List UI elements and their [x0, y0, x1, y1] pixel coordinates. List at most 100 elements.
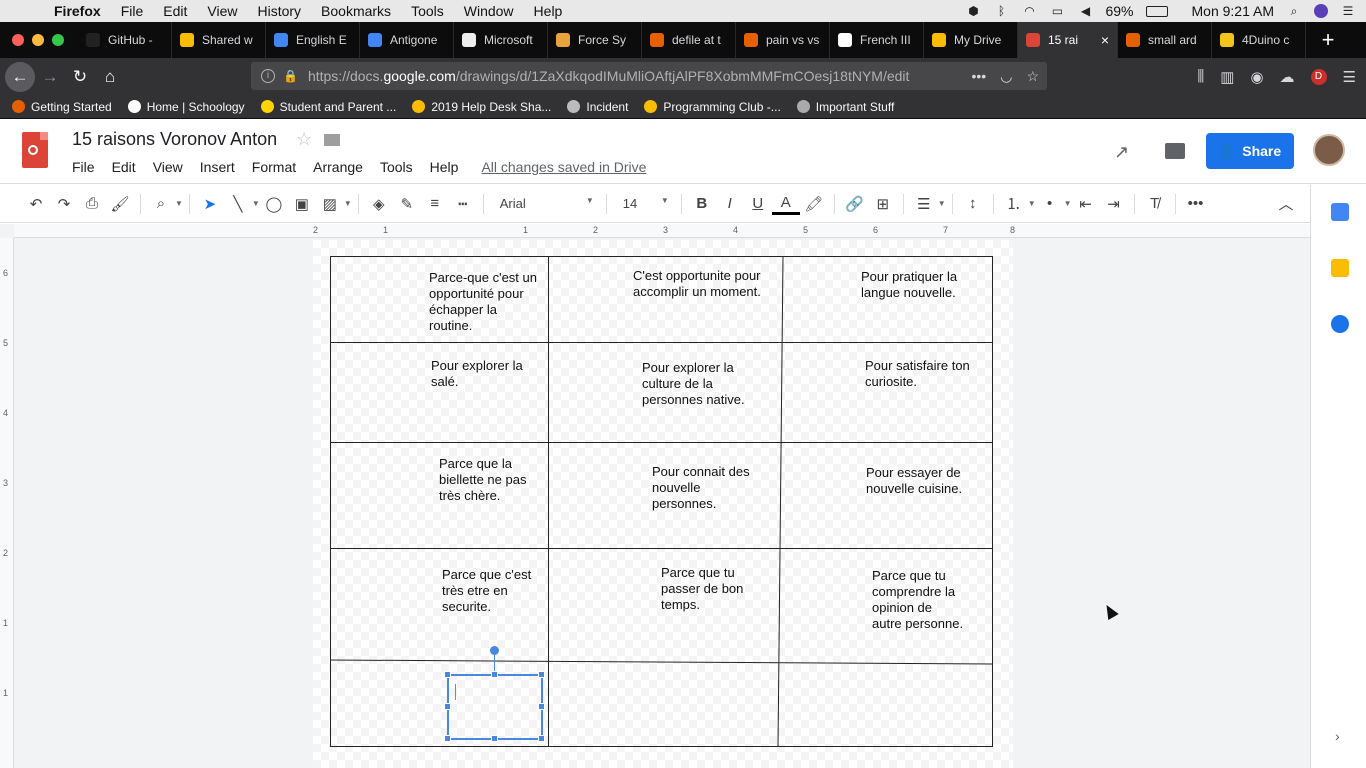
page-actions-icon[interactable]: •••: [972, 68, 987, 85]
table-cell-text[interactable]: Parce que la biellette ne pas très chère…: [439, 456, 526, 504]
docs-menu-view[interactable]: View: [153, 159, 183, 175]
browser-tab[interactable]: 15 rai ×: [1018, 22, 1118, 58]
battery-icon[interactable]: [1145, 5, 1168, 17]
docs-menu-tools[interactable]: Tools: [380, 159, 413, 175]
decrease-indent-icon[interactable]: ⇤: [1072, 190, 1100, 218]
table-cell-text[interactable]: Pour pratiquer la langue nouvelle.: [861, 269, 957, 301]
bulleted-list-icon[interactable]: •: [1036, 190, 1064, 218]
airplay-icon[interactable]: ▭: [1049, 4, 1065, 18]
table-cell-text[interactable]: Pour explorer la salé.: [431, 358, 523, 390]
close-tab-icon[interactable]: ×: [1101, 32, 1109, 48]
site-info-icon[interactable]: i: [261, 69, 275, 83]
pocket-icon[interactable]: ◡: [1000, 68, 1012, 85]
resize-handle[interactable]: [491, 735, 498, 742]
user-avatar[interactable]: [1313, 134, 1345, 166]
table-cell-text[interactable]: Pour explorer la culture de la personnes…: [642, 360, 745, 408]
redo-icon[interactable]: ↷: [50, 190, 78, 218]
library-icon[interactable]: ⫼: [1197, 68, 1204, 85]
increase-indent-icon[interactable]: ⇥: [1100, 190, 1128, 218]
comments-icon[interactable]: [1165, 143, 1185, 159]
calendar-icon[interactable]: [1331, 203, 1349, 221]
new-tab-icon[interactable]: +: [1316, 27, 1340, 53]
image-dropdown-icon[interactable]: ▼: [344, 199, 352, 208]
image-icon[interactable]: ▨: [316, 190, 344, 218]
bookmark-item[interactable]: Programming Club -...: [644, 100, 781, 114]
home-icon[interactable]: ⌂: [95, 62, 125, 92]
star-icon[interactable]: ☆: [296, 129, 312, 150]
docs-menu-edit[interactable]: Edit: [112, 159, 136, 175]
activity-trend-icon[interactable]: ↗: [1114, 142, 1129, 163]
border-dash-icon[interactable]: ┅: [449, 190, 477, 218]
url-bar[interactable]: i 🔒 https://docs.google.com/drawings/d/1…: [251, 62, 1047, 90]
resize-handle[interactable]: [444, 735, 451, 742]
resize-handle[interactable]: [444, 703, 451, 710]
resize-handle[interactable]: [491, 671, 498, 678]
docs-menu-format[interactable]: Format: [252, 159, 296, 175]
account-icon[interactable]: ◉: [1250, 68, 1263, 86]
menu-edit[interactable]: Edit: [163, 3, 187, 19]
browser-tab[interactable]: Shared w: [172, 22, 266, 58]
text-color-icon[interactable]: A: [771, 193, 800, 215]
browser-tab[interactable]: pain vs vs: [736, 22, 830, 58]
line-dropdown-icon[interactable]: ▼: [252, 199, 260, 208]
sidebar-icon[interactable]: ▥: [1220, 68, 1234, 86]
bold-icon[interactable]: B: [688, 190, 716, 218]
folder-icon[interactable]: [324, 134, 340, 146]
bookmark-item[interactable]: Getting Started: [12, 100, 112, 114]
select-arrow-icon[interactable]: ➤: [196, 190, 224, 218]
document-title[interactable]: 15 raisons Voronov Anton: [72, 129, 277, 150]
text-box-icon[interactable]: ▣: [288, 190, 316, 218]
border-weight-icon[interactable]: ≡: [421, 190, 449, 218]
numbered-list-dropdown-icon[interactable]: ▼: [1028, 199, 1036, 208]
shape-icon[interactable]: ◯: [260, 190, 288, 218]
drawings-logo-icon[interactable]: [22, 132, 48, 168]
extension-d-icon[interactable]: D: [1310, 68, 1327, 85]
link-icon[interactable]: 🔗: [841, 190, 869, 218]
save-status[interactable]: All changes saved in Drive: [481, 159, 646, 175]
browser-tab[interactable]: defile at t: [642, 22, 736, 58]
paint-format-icon[interactable]: 🖌: [106, 190, 134, 218]
wifi-icon[interactable]: ◠: [1021, 4, 1037, 18]
table-cell-text[interactable]: Pour essayer de nouvelle cuisine.: [866, 465, 962, 497]
browser-tab[interactable]: Antigone: [360, 22, 454, 58]
volume-icon[interactable]: ◀: [1077, 4, 1093, 18]
notification-center-icon[interactable]: ☰: [1340, 4, 1356, 18]
forward-arrow-icon[interactable]: →: [35, 62, 65, 92]
tasks-icon[interactable]: [1331, 315, 1349, 333]
font-select[interactable]: Arial ▼: [490, 196, 594, 211]
zoom-icon[interactable]: ⌕: [147, 190, 175, 218]
docs-menu-help[interactable]: Help: [430, 159, 459, 175]
hamburger-menu-icon[interactable]: ☰: [1343, 68, 1356, 86]
rotate-handle[interactable]: [490, 646, 499, 655]
reload-icon[interactable]: ↻: [65, 62, 95, 92]
browser-tab[interactable]: Force Sy: [548, 22, 642, 58]
browser-tab[interactable]: My Drive: [924, 22, 1018, 58]
menu-history[interactable]: History: [257, 3, 301, 19]
menu-help[interactable]: Help: [534, 3, 563, 19]
resize-handle[interactable]: [538, 671, 545, 678]
drawing-canvas[interactable]: Parce-que c'est un opportunité pour écha…: [313, 240, 1013, 768]
align-icon[interactable]: ☰: [910, 190, 938, 218]
bookmark-item[interactable]: Incident: [567, 100, 628, 114]
add-comment-icon[interactable]: ⊞: [869, 190, 897, 218]
print-icon[interactable]: ⎙: [78, 190, 106, 218]
table-cell-text[interactable]: Parce que tu passer de bon temps.: [661, 565, 743, 613]
menu-bookmarks[interactable]: Bookmarks: [321, 3, 391, 19]
menu-window[interactable]: Window: [464, 3, 514, 19]
resize-handle[interactable]: [444, 671, 451, 678]
browser-tab[interactable]: English E: [266, 22, 360, 58]
border-color-icon[interactable]: ✎: [393, 190, 421, 218]
extension-icon[interactable]: ☁: [1280, 68, 1295, 86]
line-spacing-icon[interactable]: ↕: [959, 190, 987, 218]
undo-icon[interactable]: ↶: [22, 190, 50, 218]
docs-menu-insert[interactable]: Insert: [200, 159, 235, 175]
table-cell-text[interactable]: Pour connait des nouvelle personnes.: [652, 464, 750, 512]
browser-tab[interactable]: small ard: [1118, 22, 1212, 58]
bookmark-item[interactable]: Student and Parent ...: [260, 100, 396, 114]
numbered-list-icon[interactable]: ⒈: [1000, 190, 1028, 218]
close-window-icon[interactable]: [12, 34, 24, 46]
expand-panel-chevron-icon[interactable]: ›: [1335, 728, 1340, 744]
browser-tab[interactable]: French III: [830, 22, 924, 58]
url-text[interactable]: https://docs.google.com/drawings/d/1ZaXd…: [308, 68, 909, 84]
docs-menu-file[interactable]: File: [72, 159, 95, 175]
